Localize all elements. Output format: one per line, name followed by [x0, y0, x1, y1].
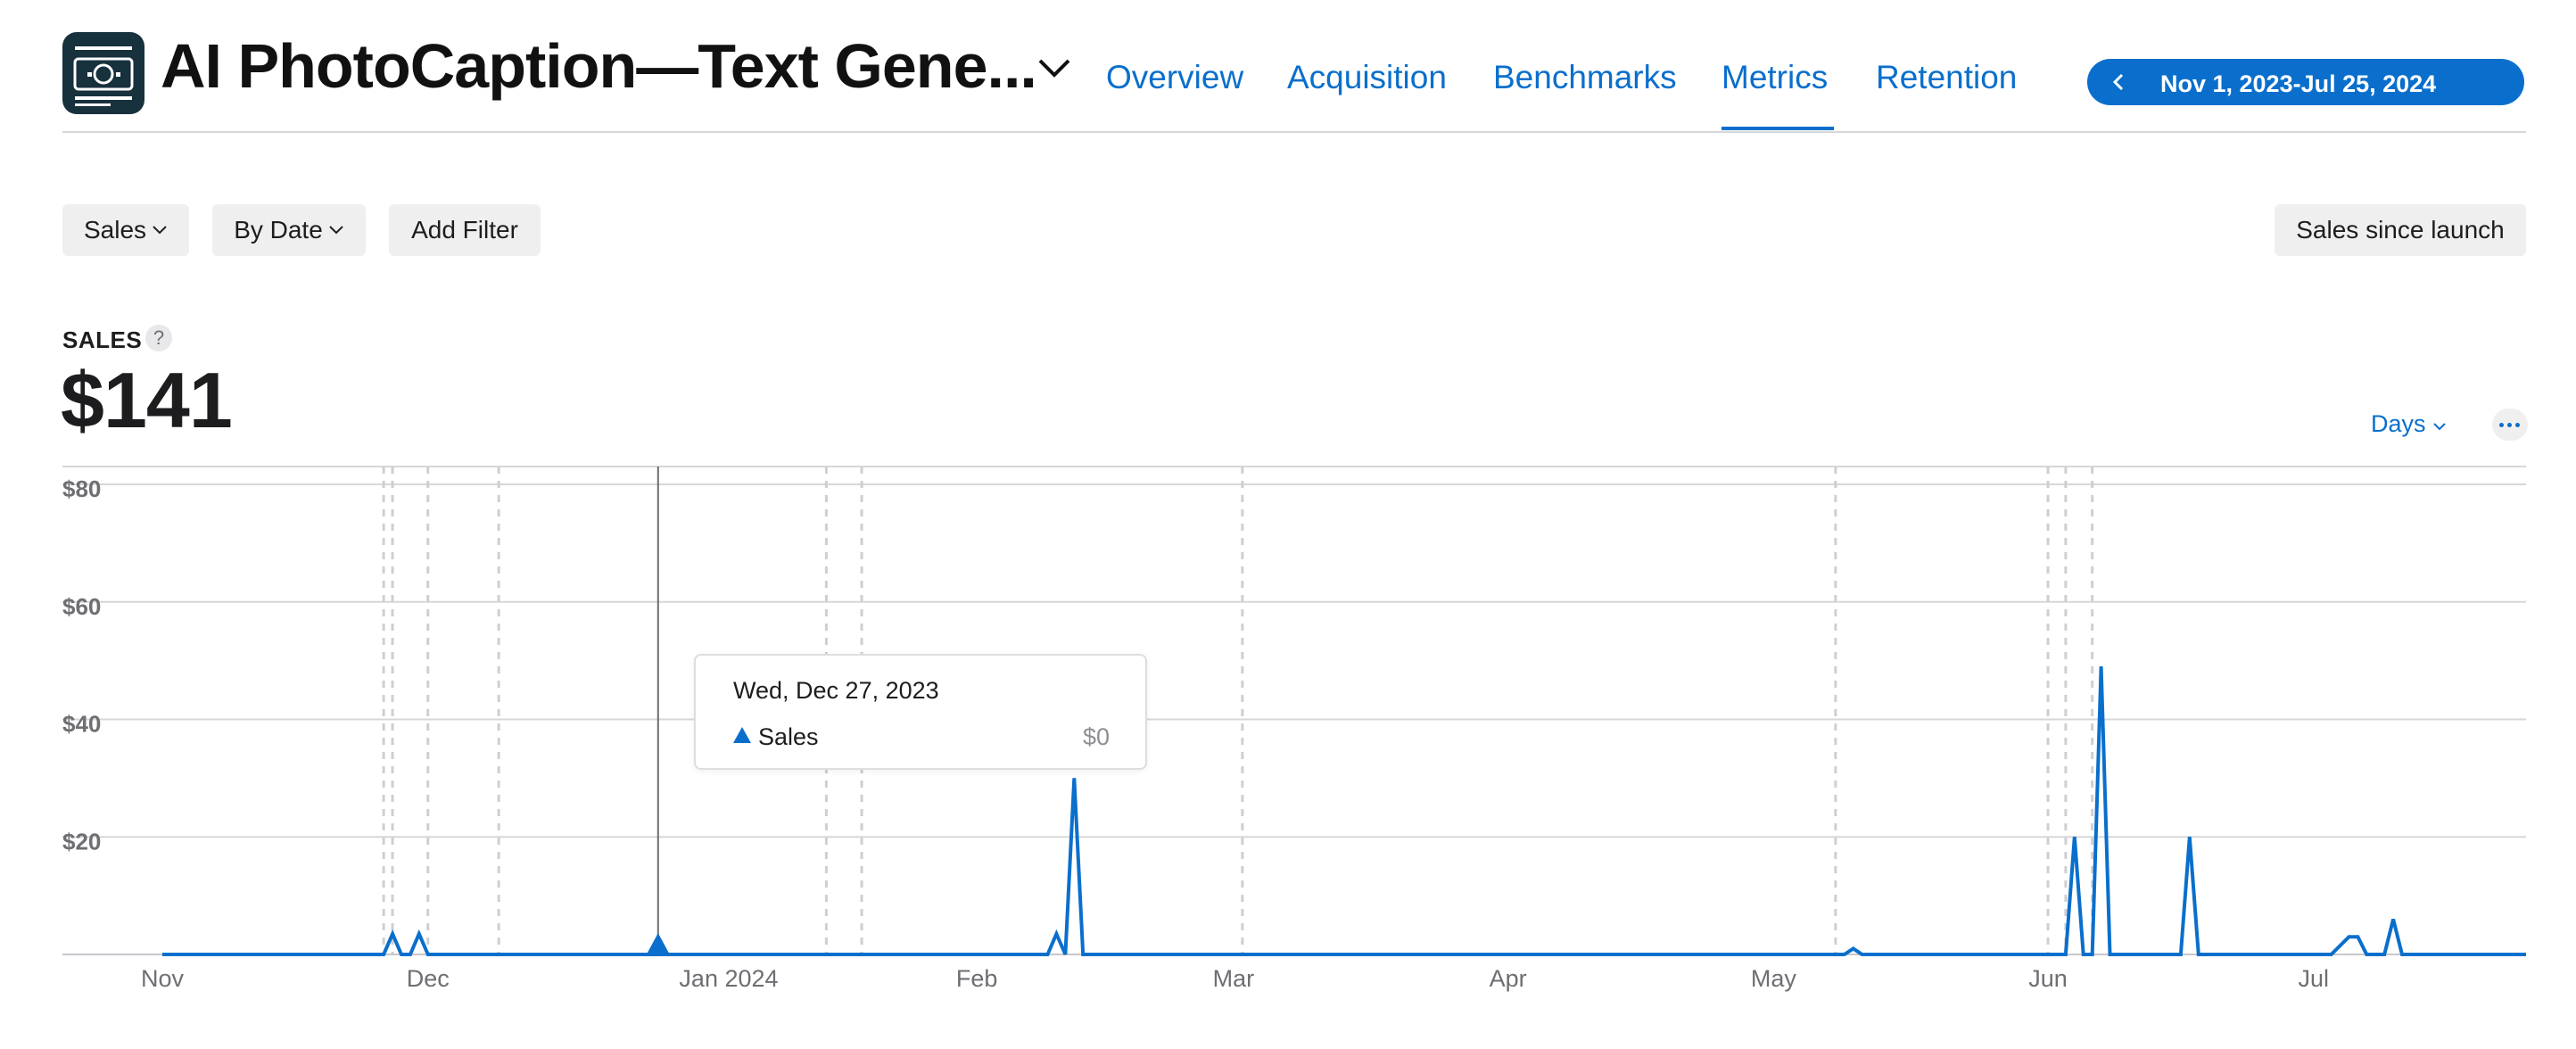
y-tick-label: $40 — [62, 711, 101, 738]
sales-chart[interactable]: $20 $40 $60 $80 Nov Dec Jan 2024 Feb Mar Apr May Ju… — [0, 0, 2576, 1049]
selected-point-marker — [646, 933, 670, 954]
y-tick-label: $20 — [62, 828, 101, 855]
y-tick-label: $60 — [62, 593, 101, 620]
x-tick-label: Apr — [1490, 965, 1527, 992]
tooltip-series-label: Sales — [758, 723, 819, 750]
tooltip-value: $0 — [1082, 723, 1110, 750]
sales-data-point — [392, 933, 393, 935]
sales-data-point — [2392, 918, 2394, 920]
y-tick-label: $80 — [62, 475, 101, 502]
sales-data-point — [1073, 777, 1075, 779]
x-tick-label: Dec — [407, 965, 450, 992]
x-tick-label: Nov — [141, 965, 185, 992]
x-tick-label: Mar — [1213, 965, 1255, 992]
x-tick-label: May — [1751, 965, 1797, 992]
tooltip-date: Wed, Dec 27, 2023 — [733, 677, 939, 704]
sales-data-point — [2074, 836, 2076, 838]
sales-data-point — [418, 933, 420, 935]
sales-data-point — [2189, 836, 2191, 838]
sales-data-point — [1055, 933, 1057, 935]
x-tick-label: Jan 2024 — [679, 965, 778, 992]
triangle-marker-icon — [733, 727, 751, 743]
x-tick-label: Jun — [2028, 965, 2068, 992]
sales-series-line — [162, 666, 2526, 956]
chart-tooltip: Wed, Dec 27, 2023 Sales $0 — [694, 654, 1147, 770]
x-tick-label: Jul — [2299, 965, 2330, 992]
sales-data-point — [1853, 947, 1854, 949]
x-tick-label: Feb — [956, 965, 998, 992]
